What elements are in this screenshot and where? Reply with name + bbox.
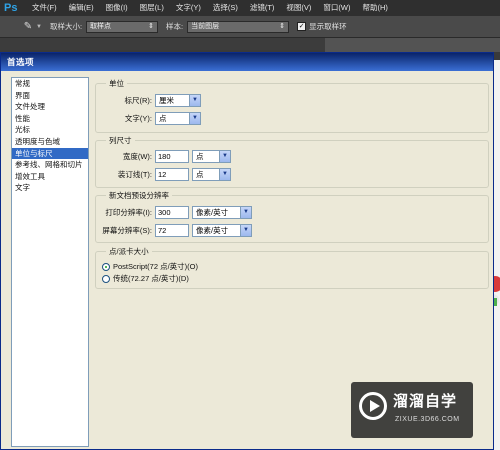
menu-image[interactable]: 图像(I): [100, 0, 134, 16]
ruler-unit-select[interactable]: 厘米 ▼: [155, 94, 201, 107]
menu-window[interactable]: 窗口(W): [317, 0, 356, 16]
menu-view[interactable]: 视图(V): [280, 0, 317, 16]
nav-item-general[interactable]: 常规: [12, 78, 88, 90]
postscript-option[interactable]: PostScript(72 点/英寸)(O): [102, 261, 198, 272]
ruler-label: 标尺(R):: [124, 96, 153, 105]
sample-value: 当前图层: [191, 22, 220, 30]
menu-file[interactable]: 文件(F): [26, 0, 63, 16]
units-group-title: 单位: [106, 78, 127, 89]
nav-item-type[interactable]: 文字: [12, 182, 88, 194]
print-resolution-label: 打印分辨率(I):: [105, 208, 152, 217]
print-resolution-unit-select[interactable]: 像素/英寸 ▼: [192, 206, 252, 219]
nav-item-file-handling[interactable]: 文件处理: [12, 101, 88, 113]
print-resolution-unit-value: 像素/英寸: [196, 208, 229, 217]
updown-icon: ⇕: [279, 22, 286, 30]
column-width-unit-select[interactable]: 点 ▼: [192, 150, 231, 163]
show-ring-checkbox[interactable]: ✓: [297, 22, 307, 31]
column-size-group-title: 列尺寸: [106, 135, 135, 146]
type-unit-label: 文字(Y):: [124, 114, 152, 123]
column-width-unit-value: 点: [196, 152, 204, 161]
eyedropper-icon[interactable]: ✎: [20, 20, 36, 34]
menu-select[interactable]: 选择(S): [207, 0, 244, 16]
chevron-down-icon[interactable]: ▼: [189, 95, 200, 106]
ruler-unit-value: 厘米: [159, 96, 174, 105]
updown-icon: ⇕: [148, 22, 155, 30]
sample-size-label: 取样大小:: [49, 22, 83, 31]
chevron-down-icon[interactable]: ▼: [219, 169, 230, 180]
menu-bar: Ps 文件(F) 编辑(E) 图像(I) 图层(L) 文字(Y) 选择(S) 滤…: [0, 0, 500, 16]
sample-size-value: 取样点: [90, 22, 112, 30]
menu-help[interactable]: 帮助(H): [357, 0, 394, 16]
preferences-nav-list: 常规 界面 文件处理 性能 光标 透明度与色域 单位与标尺 参考线、网格和切片 …: [11, 77, 89, 447]
point-pica-size-group-title: 点/派卡大小: [106, 246, 152, 257]
gutter-unit-value: 点: [196, 170, 204, 179]
chevron-down-icon[interactable]: ▼: [36, 24, 42, 30]
nav-item-cursors[interactable]: 光标: [12, 124, 88, 136]
new-document-resolution-group: 新文档预设分辨率 打印分辨率(I): 300 像素/英寸 ▼ 屏幕分辨率(S):…: [95, 190, 489, 243]
type-unit-select[interactable]: 点 ▼: [155, 112, 201, 125]
print-resolution-input[interactable]: 300: [155, 206, 189, 219]
postscript-label: PostScript(72 点/英寸)(O): [113, 262, 199, 271]
gutter-label: 装订线(T):: [117, 170, 152, 179]
traditional-label: 传统(72.27 点/英寸)(D): [113, 274, 189, 283]
nav-item-performance[interactable]: 性能: [12, 113, 88, 125]
menu-filter[interactable]: 滤镜(T): [244, 0, 281, 16]
point-pica-size-group: 点/派卡大小 PostScript(72 点/英寸)(O) 传统(72.27 点…: [95, 246, 489, 289]
nav-item-units-rulers[interactable]: 单位与标尺: [12, 147, 88, 160]
chevron-down-icon[interactable]: ▼: [240, 225, 251, 236]
postscript-radio[interactable]: [102, 262, 110, 271]
play-icon: [370, 400, 380, 412]
menu-layer[interactable]: 图层(L): [134, 0, 170, 16]
dialog-titlebar[interactable]: 首选项: [1, 53, 493, 71]
nav-item-interface[interactable]: 界面: [12, 90, 88, 102]
options-bar: ✎ ▼ 取样大小: 取样点 ⇕ 样本: 当前图层 ⇕ ✓ 显示取样环: [0, 16, 500, 38]
gutter-unit-select[interactable]: 点 ▼: [192, 168, 231, 181]
traditional-radio[interactable]: [102, 274, 110, 283]
traditional-option[interactable]: 传统(72.27 点/英寸)(D): [102, 273, 189, 284]
watermark-title: 溜溜自学: [393, 393, 458, 410]
gutter-input[interactable]: 12: [155, 168, 189, 181]
menu-edit[interactable]: 编辑(E): [63, 0, 100, 16]
screen-resolution-input[interactable]: 72: [155, 224, 189, 237]
screen-resolution-unit-select[interactable]: 像素/英寸 ▼: [192, 224, 252, 237]
nav-item-guides-grid-slices[interactable]: 参考线、网格和切片: [12, 159, 88, 171]
chevron-down-icon[interactable]: ▼: [240, 207, 251, 218]
column-size-group: 列尺寸 宽度(W): 180 点 ▼ 装订线(T): 12 点 ▼: [95, 135, 489, 188]
show-ring-label: 显示取样环: [309, 22, 347, 31]
photoshop-logo: Ps: [4, 2, 18, 14]
panel-header: [325, 38, 500, 52]
chevron-down-icon[interactable]: ▼: [219, 151, 230, 162]
sample-select[interactable]: 当前图层 ⇕: [187, 20, 290, 33]
menu-type[interactable]: 文字(Y): [170, 0, 207, 16]
column-width-label: 宽度(W):: [122, 152, 152, 161]
type-unit-value: 点: [159, 114, 167, 123]
new-document-resolution-group-title: 新文档预设分辨率: [106, 190, 172, 201]
watermark: 溜溜自学 ZIXUE.3D66.COM: [351, 382, 473, 438]
nav-item-transparency-gamut[interactable]: 透明度与色域: [12, 136, 88, 148]
column-width-input[interactable]: 180: [155, 150, 189, 163]
units-group: 单位 标尺(R): 厘米 ▼ 文字(Y): 点 ▼: [95, 78, 489, 133]
screen-resolution-unit-value: 像素/英寸: [196, 226, 229, 235]
sample-size-select[interactable]: 取样点 ⇕: [86, 20, 159, 33]
nav-item-plugins[interactable]: 增效工具: [12, 171, 88, 183]
sample-label: 样本:: [166, 22, 184, 31]
dialog-title: 首选项: [7, 57, 35, 67]
watermark-subtitle: ZIXUE.3D66.COM: [395, 416, 460, 423]
screen-resolution-label: 屏幕分辨率(S):: [102, 226, 152, 235]
chevron-down-icon[interactable]: ▼: [189, 113, 200, 124]
